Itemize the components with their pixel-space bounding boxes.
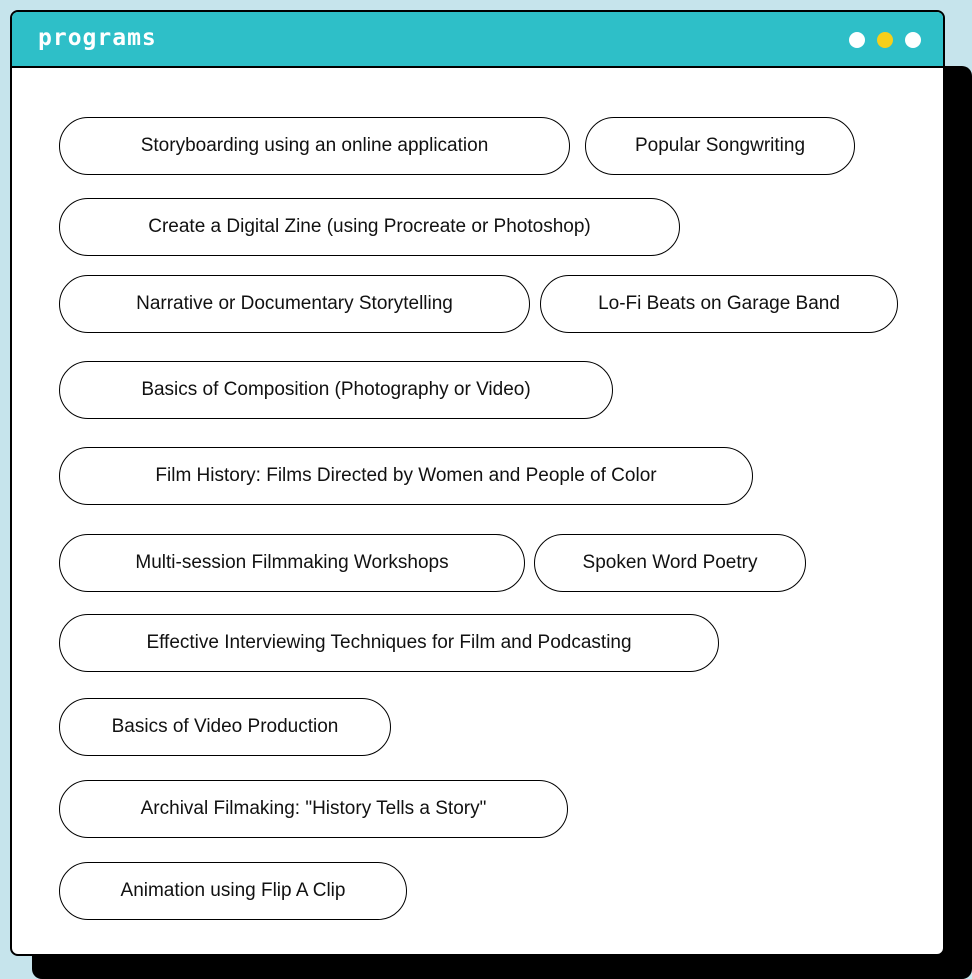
program-pill-spoken-word-poetry[interactable]: Spoken Word Poetry <box>534 534 806 592</box>
program-pill-narrative-storytelling[interactable]: Narrative or Documentary Storytelling <box>59 275 530 333</box>
program-pill-animation-flip-a-clip[interactable]: Animation using Flip A Clip <box>59 862 407 920</box>
program-pill-popular-songwriting[interactable]: Popular Songwriting <box>585 117 855 175</box>
title-bar: programs <box>12 12 943 68</box>
window-dot-1-icon[interactable] <box>849 32 865 48</box>
program-pill-basics-composition[interactable]: Basics of Composition (Photography or Vi… <box>59 361 613 419</box>
programs-window: programs Storyboarding using an online a… <box>10 10 945 956</box>
program-pill-storyboarding[interactable]: Storyboarding using an online applicatio… <box>59 117 570 175</box>
program-pill-video-production[interactable]: Basics of Video Production <box>59 698 391 756</box>
program-pill-multi-session-filmmaking[interactable]: Multi-session Filmmaking Workshops <box>59 534 525 592</box>
program-pill-interviewing-techniques[interactable]: Effective Interviewing Techniques for Fi… <box>59 614 719 672</box>
program-pill-digital-zine[interactable]: Create a Digital Zine (using Procreate o… <box>59 198 680 256</box>
window-dot-3-icon[interactable] <box>905 32 921 48</box>
program-pill-film-history[interactable]: Film History: Films Directed by Women an… <box>59 447 753 505</box>
program-pill-lofi-beats[interactable]: Lo-Fi Beats on Garage Band <box>540 275 898 333</box>
window-dot-2-icon[interactable] <box>877 32 893 48</box>
window-title: programs <box>38 25 157 51</box>
window-controls <box>849 32 921 48</box>
program-pill-archival-filmaking[interactable]: Archival Filmaking: "History Tells a Sto… <box>59 780 568 838</box>
